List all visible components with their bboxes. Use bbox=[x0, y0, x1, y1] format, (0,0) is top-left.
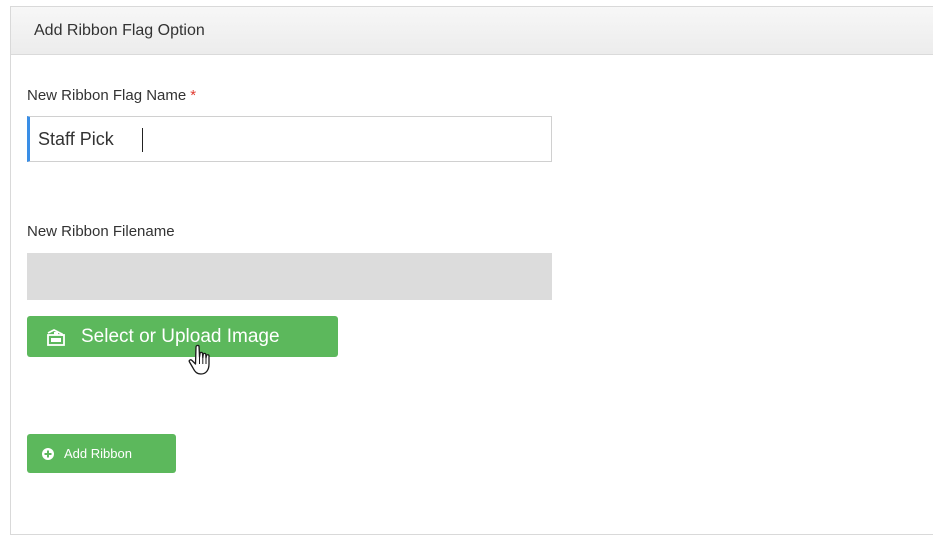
ribbon-name-input[interactable] bbox=[27, 116, 552, 162]
required-marker: * bbox=[190, 87, 197, 104]
select-upload-image-label: Select or Upload Image bbox=[81, 325, 280, 347]
text-caret bbox=[142, 128, 143, 152]
plus-circle-icon bbox=[42, 447, 54, 460]
ribbon-filename-field bbox=[27, 253, 552, 300]
panel-header: Add Ribbon Flag Option bbox=[11, 7, 933, 55]
ribbon-filename-label: New Ribbon Filename bbox=[27, 223, 175, 240]
add-ribbon-button[interactable]: Add Ribbon bbox=[27, 434, 176, 473]
ribbon-name-label-text: New Ribbon Flag Name bbox=[27, 87, 187, 104]
hand-cursor-icon bbox=[187, 344, 219, 383]
ribbon-name-label: New Ribbon Flag Name * bbox=[27, 87, 196, 104]
panel-title: Add Ribbon Flag Option bbox=[34, 21, 205, 39]
add-ribbon-label: Add Ribbon bbox=[64, 446, 132, 461]
add-ribbon-flag-panel: Add Ribbon Flag Option New Ribbon Flag N… bbox=[10, 6, 933, 535]
select-upload-image-button[interactable]: Select or Upload Image bbox=[27, 316, 338, 357]
image-folder-icon bbox=[47, 328, 65, 346]
